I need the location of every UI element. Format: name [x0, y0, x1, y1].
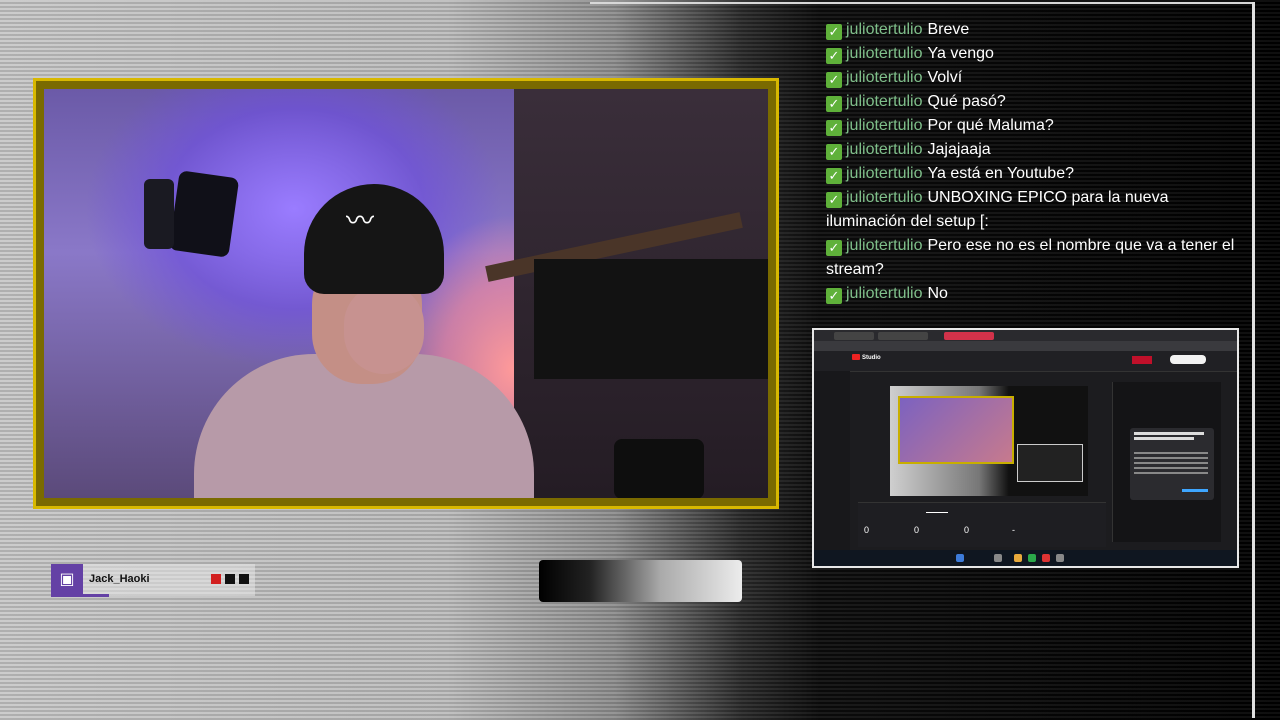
browser-tabs — [814, 330, 1237, 341]
chat-message: ✓ juliotertulio No — [826, 282, 1236, 306]
chat-message: ✓ juliotertulio Volví — [826, 66, 1236, 90]
chat-message: ✓ juliotertulio Breve — [826, 18, 1236, 42]
check-mark-icon: ✓ — [826, 72, 842, 88]
webcam-hanging-bag-2 — [144, 179, 174, 249]
taskbar-icon — [1014, 554, 1022, 562]
check-mark-icon: ✓ — [826, 120, 842, 136]
chat-username[interactable]: juliotertulio — [846, 237, 922, 254]
check-mark-icon: ✓ — [826, 240, 842, 256]
chat-username[interactable]: juliotertulio — [846, 21, 922, 38]
chat-message: ✓ juliotertulio Ya está en Youtube? — [826, 162, 1236, 186]
chat-message: ✓ juliotertulio UNBOXING EPICO para la nue… — [826, 186, 1236, 234]
browser-tab — [878, 332, 928, 340]
windows-start-icon — [956, 554, 964, 562]
chat-list: ✓ juliotertulio Breve ✓ juliotertulio Ya veng… — [826, 18, 1236, 306]
person-hand — [344, 284, 424, 374]
check-mark-icon: ✓ — [826, 288, 842, 304]
live-badge — [1132, 356, 1152, 364]
webcam-frame: 〰 — [33, 78, 779, 509]
chat-message: ✓ juliotertulio Qué pasó? — [826, 90, 1236, 114]
studio-title: Studio — [852, 354, 881, 361]
stream-preview — [890, 386, 1088, 496]
chat-message: ✓ juliotertulio Por qué Maluma? — [826, 114, 1236, 138]
chat-username[interactable]: juliotertulio — [846, 141, 922, 158]
end-stream-button — [1170, 355, 1206, 364]
windows-taskbar — [814, 550, 1237, 566]
streamer-name: Jack_Haoki — [89, 573, 150, 585]
check-mark-icon: ✓ — [826, 24, 842, 40]
chat-text: Jajajaaja — [927, 141, 991, 158]
chat-username[interactable]: juliotertulio — [846, 69, 922, 86]
indicator-square-black — [239, 574, 249, 584]
chat-text: Ya está en Youtube? — [927, 165, 1074, 182]
browser-tab-active — [944, 332, 994, 340]
dialog-link — [1182, 489, 1208, 492]
preview-webcam — [898, 396, 1014, 464]
chat-username[interactable]: juliotertulio — [846, 93, 922, 110]
gradient-bar — [539, 560, 742, 602]
check-mark-icon: ✓ — [826, 168, 842, 184]
preview-screen-share — [1017, 444, 1083, 482]
stat-value: 0 — [914, 525, 920, 535]
streamer-badge: ▣ Jack_Haoki — [51, 564, 255, 597]
chat-text: Ya vengo — [927, 45, 994, 62]
chat-message: ✓ juliotertulio Jajajaaja — [826, 138, 1236, 162]
check-mark-icon: ✓ — [826, 48, 842, 64]
youtube-icon — [852, 354, 860, 360]
check-mark-icon: ✓ — [826, 192, 842, 208]
dialog-title-line — [1134, 432, 1204, 435]
chat-text: Breve — [927, 21, 970, 38]
stat-value: 0 — [864, 525, 870, 535]
webcam-person: 〰 — [194, 184, 534, 498]
dialog-title-line-2 — [1134, 437, 1194, 440]
twitch-icon: ▣ — [51, 564, 83, 596]
chat-message: ✓ juliotertulio Pero ese no es el nombre q… — [826, 234, 1236, 282]
chat-username[interactable]: juliotertulio — [846, 285, 922, 302]
studio-info-dialog — [1130, 428, 1214, 500]
indicator-square-red — [211, 574, 221, 584]
chat-username[interactable]: juliotertulio — [846, 45, 922, 62]
person-beanie: 〰 — [304, 184, 444, 294]
check-mark-icon: ✓ — [826, 96, 842, 112]
chat-username[interactable]: juliotertulio — [846, 189, 922, 206]
taskbar-icon — [1042, 554, 1050, 562]
taskbar-icon — [994, 554, 1002, 562]
browser-address-bar — [814, 341, 1237, 351]
check-mark-icon: ✓ — [826, 144, 842, 160]
mustache-icon: 〰 — [345, 205, 374, 236]
chat-message: ✓ juliotertulio Ya vengo — [826, 42, 1236, 66]
chat-text: No — [927, 285, 948, 302]
browser-tab — [834, 332, 874, 340]
webcam-feed: 〰 — [44, 89, 768, 498]
stat-value: 0 — [964, 525, 970, 535]
taskbar-icon — [1028, 554, 1036, 562]
studio-sidebar — [814, 371, 850, 550]
chat-text: Qué pasó? — [927, 93, 1006, 110]
taskbar-icon — [1056, 554, 1064, 562]
webcam-speaker — [614, 439, 704, 498]
indicator-square-black — [225, 574, 235, 584]
stat-value: - — [1012, 525, 1015, 535]
chat-text: Volví — [927, 69, 963, 86]
chat-username[interactable]: juliotertulio — [846, 165, 922, 182]
screen-share: Studio 0 0 0 - — [812, 328, 1239, 568]
twitch-accent-line — [51, 594, 109, 597]
studio-stats: 0 0 0 - — [858, 502, 1106, 547]
webcam-monitor — [534, 259, 768, 379]
chat-text: Por qué Maluma? — [927, 117, 1054, 134]
stats-tab-underline — [926, 512, 948, 513]
dialog-body-lines — [1134, 452, 1208, 454]
chat-username[interactable]: juliotertulio — [846, 117, 922, 134]
overlay-frame-edge — [1252, 2, 1255, 718]
